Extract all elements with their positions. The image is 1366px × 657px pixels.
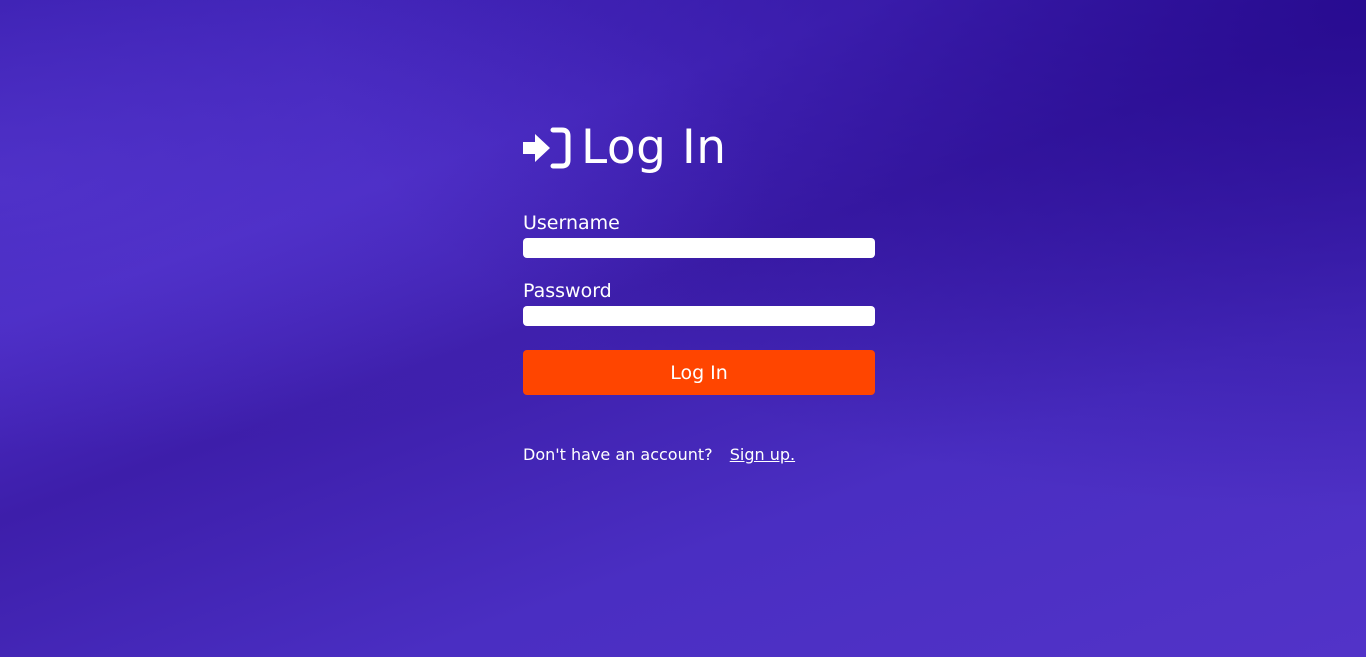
- signup-prompt: Don't have an account?: [523, 445, 713, 464]
- login-form: Log In Username Password Log In Don't ha…: [523, 118, 875, 466]
- signup-link[interactable]: Sign up.: [730, 445, 795, 464]
- sign-in-icon: [523, 127, 571, 169]
- username-label: Username: [523, 212, 620, 234]
- login-header: Log In: [523, 118, 875, 178]
- password-input[interactable]: [523, 306, 875, 326]
- signup-row: Don't have an account? Sign up.: [523, 444, 875, 466]
- page-title: Log In: [581, 120, 727, 175]
- username-input[interactable]: [523, 238, 875, 258]
- password-label: Password: [523, 280, 612, 302]
- login-button[interactable]: Log In: [523, 350, 875, 395]
